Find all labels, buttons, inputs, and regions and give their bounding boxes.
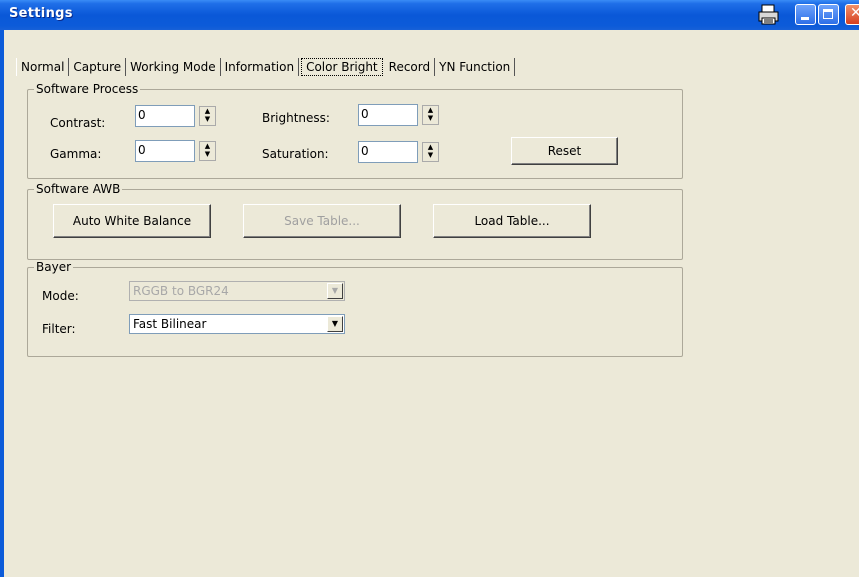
gamma-spinner: 0 ▲ ▼ bbox=[135, 140, 219, 162]
minimize-button[interactable] bbox=[795, 4, 816, 25]
contrast-spin-buttons[interactable]: ▲ ▼ bbox=[199, 106, 216, 126]
chevron-down-icon[interactable]: ▼ bbox=[327, 283, 343, 299]
spin-down-icon[interactable]: ▼ bbox=[203, 116, 212, 123]
mode-label: Mode: bbox=[42, 289, 79, 303]
spin-up-icon[interactable]: ▲ bbox=[203, 108, 212, 115]
load-table-button[interactable]: Load Table... bbox=[433, 204, 591, 238]
reset-button[interactable]: Reset bbox=[511, 137, 618, 165]
minimize-icon bbox=[801, 17, 809, 20]
spin-down-icon[interactable]: ▼ bbox=[426, 115, 435, 122]
settings-window: Settings ✕ Normal Capture Working Mode I… bbox=[0, 0, 859, 577]
tab-capture[interactable]: Capture bbox=[69, 58, 127, 76]
saturation-label: Saturation: bbox=[262, 147, 329, 161]
tab-normal[interactable]: Normal bbox=[16, 58, 70, 76]
filter-label: Filter: bbox=[42, 322, 76, 336]
tab-record[interactable]: Record bbox=[385, 58, 436, 76]
close-icon: ✕ bbox=[850, 5, 859, 21]
tab-strip: Normal Capture Working Mode Information … bbox=[16, 58, 516, 76]
maximize-icon bbox=[823, 9, 833, 19]
tab-working-mode[interactable]: Working Mode bbox=[126, 58, 221, 76]
mode-select-value: RGGB to BGR24 bbox=[133, 284, 229, 298]
saturation-spin-buttons[interactable]: ▲ ▼ bbox=[422, 142, 439, 162]
close-button[interactable]: ✕ bbox=[845, 4, 859, 25]
auto-white-balance-button[interactable]: Auto White Balance bbox=[53, 204, 211, 238]
window-left-border bbox=[0, 30, 4, 577]
filter-select-value: Fast Bilinear bbox=[133, 317, 207, 331]
maximize-button[interactable] bbox=[818, 4, 839, 25]
saturation-spinner: 0 ▲ ▼ bbox=[358, 141, 442, 163]
saturation-input[interactable]: 0 bbox=[358, 141, 418, 163]
save-table-button[interactable]: Save Table... bbox=[243, 204, 401, 238]
title-bar[interactable]: Settings ✕ bbox=[0, 0, 859, 30]
contrast-spinner: 0 ▲ ▼ bbox=[135, 105, 219, 127]
spin-up-icon[interactable]: ▲ bbox=[426, 107, 435, 114]
contrast-label: Contrast: bbox=[50, 116, 106, 130]
tab-information[interactable]: Information bbox=[221, 58, 300, 76]
bayer-title: Bayer bbox=[34, 260, 74, 274]
chevron-down-icon[interactable]: ▼ bbox=[327, 316, 343, 332]
gamma-spin-buttons[interactable]: ▲ ▼ bbox=[199, 141, 216, 161]
tab-yn-function[interactable]: YN Function bbox=[435, 58, 516, 76]
bayer-group: Bayer Mode: RGGB to BGR24 ▼ Filter: Fast… bbox=[27, 260, 683, 357]
tab-color-bright[interactable]: Color Bright bbox=[301, 58, 383, 76]
spin-up-icon[interactable]: ▲ bbox=[203, 143, 212, 150]
printer-icon[interactable] bbox=[757, 3, 781, 26]
gamma-input[interactable]: 0 bbox=[135, 140, 195, 162]
gamma-label: Gamma: bbox=[50, 147, 102, 161]
spin-down-icon[interactable]: ▼ bbox=[426, 152, 435, 159]
filter-select[interactable]: Fast Bilinear ▼ bbox=[129, 314, 345, 334]
brightness-label: Brightness: bbox=[262, 111, 330, 125]
mode-select[interactable]: RGGB to BGR24 ▼ bbox=[129, 281, 345, 301]
software-awb-title: Software AWB bbox=[34, 182, 123, 196]
brightness-spin-buttons[interactable]: ▲ ▼ bbox=[422, 105, 439, 125]
software-process-title: Software Process bbox=[34, 82, 141, 96]
brightness-spinner: 0 ▲ ▼ bbox=[358, 104, 442, 126]
software-process-group: Software Process Contrast: 0 ▲ ▼ Brightn… bbox=[27, 82, 683, 179]
software-awb-group: Software AWB Auto White Balance Save Tab… bbox=[27, 182, 683, 260]
spin-up-icon[interactable]: ▲ bbox=[426, 144, 435, 151]
spin-down-icon[interactable]: ▼ bbox=[203, 151, 212, 158]
contrast-input[interactable]: 0 bbox=[135, 105, 195, 127]
window-title: Settings bbox=[9, 6, 73, 21]
brightness-input[interactable]: 0 bbox=[358, 104, 418, 126]
